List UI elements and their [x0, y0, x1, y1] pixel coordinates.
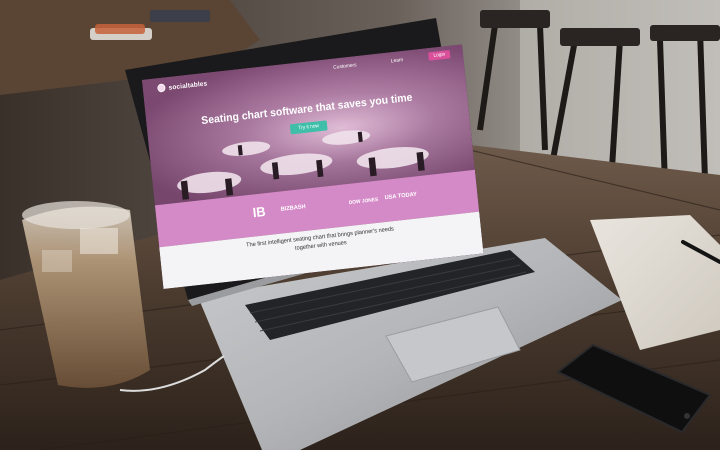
nav-item-learn[interactable]: Learn — [391, 58, 404, 64]
site-logo[interactable]: socialtables — [157, 79, 208, 93]
login-button[interactable]: Login — [428, 50, 451, 61]
press-logo-usatoday: USA TODAY — [384, 191, 418, 201]
nav-item-customers[interactable]: Customers — [333, 63, 357, 71]
press-logo-bizbash: BIZBASH — [280, 203, 306, 213]
logo-text: socialtables — [168, 79, 208, 91]
press-logo-dowjones: DOW JONES — [348, 197, 379, 206]
laptop-screen: socialtables Customers Learn Login Seati… — [142, 44, 484, 290]
press-logo-ib: IB — [252, 205, 267, 221]
logo-mark-icon — [157, 83, 166, 93]
phone-back — [150, 10, 210, 22]
